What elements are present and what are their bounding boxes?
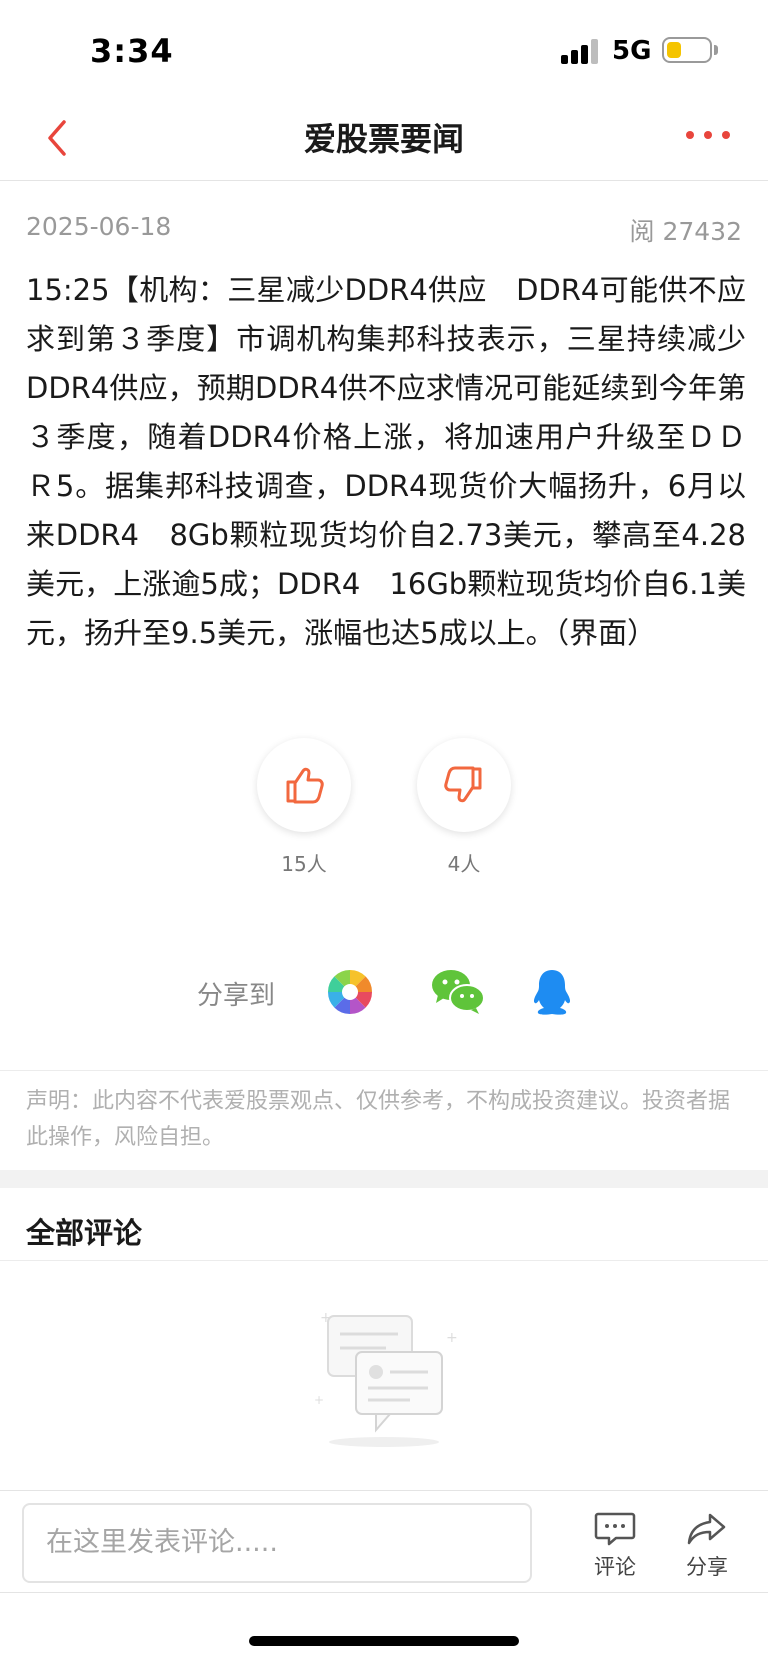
more-button[interactable] [686,120,736,150]
comment-input[interactable]: 在这里发表评论..... [22,1503,532,1583]
comment-button[interactable]: 评论 [580,1511,650,1581]
divider [0,1070,768,1071]
thumbs-down-icon [444,766,482,803]
share-button-label: 分享 [686,1555,728,1579]
status-time: 3:34 [90,32,174,70]
section-separator [0,1170,768,1188]
dislike-button[interactable] [417,738,511,832]
svg-text:+: + [446,1330,458,1346]
share-arrow-icon [687,1513,726,1545]
comment-icon [594,1512,636,1546]
wechat-icon[interactable] [430,967,486,1017]
page-title: 爱股票要闻 [303,120,464,158]
like-button[interactable] [257,738,351,832]
read-count: 阅 27432 [629,217,742,246]
status-bar: 3:34 5G [0,0,768,100]
signal-icon [561,38,601,64]
comments-title: 全部评论 [26,1216,143,1250]
battery-tip [714,45,718,55]
like-count: 15人 [281,852,327,876]
dislike-vote[interactable]: 4人 [417,738,511,877]
share-label: 分享到 [197,981,276,1011]
bottom-bar: 在这里发表评论..... 评论 分享 [0,1490,768,1592]
article-body: 15:25【机构：三星减少DDR4供应 DDR4可能供不应求到第３季度】市调机构… [26,273,746,650]
like-vote[interactable]: 15人 [257,738,351,877]
dislike-count: 4人 [447,852,481,876]
bottom-divider [0,1592,768,1593]
disclaimer-text: 声明：此内容不代表爱股票观点、仅供参考，不构成投资建议。投资者据此操作，风险自担… [26,1089,731,1150]
battery-icon [662,37,712,63]
more-dots-icon [686,131,694,139]
thumbs-up-icon [286,767,324,804]
home-indicator [249,1636,519,1646]
comment-button-label: 评论 [594,1555,636,1579]
share-button[interactable]: 分享 [672,1511,742,1581]
empty-comments-icon: + + + [306,1302,466,1452]
nav-bar: 爱股票要闻 [0,100,768,181]
network-type: 5G [612,36,652,66]
moments-icon[interactable] [325,967,375,1017]
divider [0,1260,768,1261]
svg-text:+: + [314,1393,324,1407]
article-date: 2025-06-18 [26,212,172,241]
qq-icon[interactable] [531,967,573,1017]
